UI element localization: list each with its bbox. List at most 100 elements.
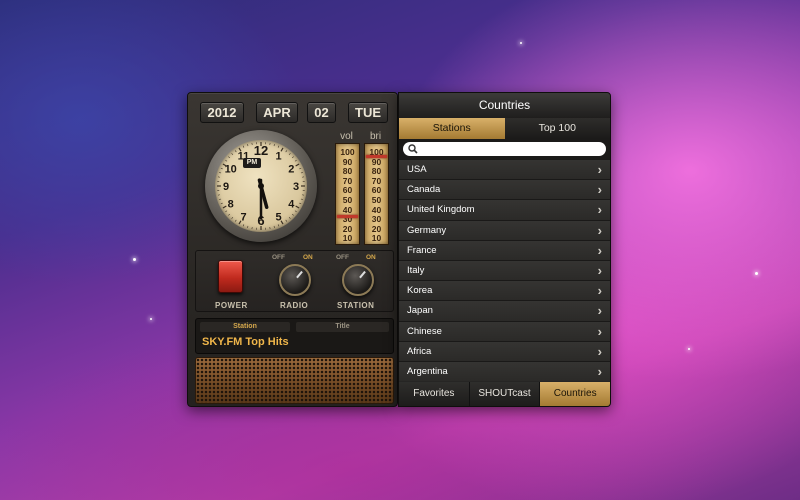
power-button[interactable] (218, 260, 243, 293)
knob-indicator (359, 270, 366, 279)
clock-number: 1 (275, 151, 281, 163)
brightness-meter[interactable]: 100 90 80 70 60 50 40 30 20 10 (364, 143, 389, 245)
clock-tick (300, 198, 303, 200)
knob-indicator (296, 270, 303, 279)
country-label: Korea (407, 285, 433, 297)
clock-number: 9 (223, 181, 229, 193)
list-item[interactable]: Africa › (399, 340, 610, 361)
clock-tick (242, 224, 245, 227)
meter-tick-label: 50 (371, 195, 382, 205)
list-item[interactable]: Argentina › (399, 360, 610, 382)
clock-number: 3 (293, 181, 299, 193)
chevron-right-icon: › (597, 283, 602, 299)
clock-tick (288, 153, 291, 155)
country-label: Argentina (407, 365, 448, 377)
clock-tick (234, 150, 237, 153)
brightness-marker[interactable] (366, 155, 387, 159)
country-label: Chinese (407, 325, 442, 337)
title-tab[interactable]: Title (296, 322, 389, 332)
list-item[interactable]: Japan › (399, 300, 610, 321)
clock-dial: 12 1234567891011 (217, 142, 305, 230)
clock-tick (277, 145, 280, 148)
clock-tick (277, 224, 280, 227)
clock-center-cap (258, 183, 264, 189)
clock-number: 12 (254, 143, 268, 158)
meter-tick-label: 80 (342, 166, 353, 177)
weekday-display: TUE (348, 102, 388, 123)
clock-tick (231, 153, 234, 155)
clock-tick (285, 219, 288, 222)
clock-tick (242, 145, 245, 148)
volume-meter[interactable]: 100 90 80 70 60 50 40 30 20 10 (335, 143, 360, 245)
country-label: United Kingdom (407, 204, 475, 216)
pm-badge: PM (243, 158, 261, 168)
star (133, 258, 136, 261)
star (520, 42, 522, 44)
clock-tick (273, 225, 275, 228)
clock-tick (288, 217, 291, 219)
clock-tick (222, 205, 227, 209)
bri-label: bri (369, 131, 382, 142)
chevron-right-icon: › (597, 202, 602, 218)
country-label: Africa (407, 345, 432, 357)
list-item[interactable]: USA › (399, 159, 610, 180)
radio-off-label: OFF (272, 254, 285, 261)
radio-label: RADIO (280, 301, 309, 310)
chevron-right-icon: › (597, 162, 602, 177)
clock-tick (225, 210, 228, 213)
clock-tick (247, 225, 249, 228)
meter-tick-label: 80 (371, 166, 382, 177)
clock-tick (225, 159, 228, 162)
meter-tick-label: 10 (342, 233, 353, 244)
meter-tick-label: 50 (342, 195, 353, 205)
clock-number: 4 (288, 199, 295, 211)
search-input[interactable] (403, 142, 606, 156)
list-item[interactable]: Chinese › (399, 320, 610, 341)
speaker-grille (195, 357, 394, 404)
meter-tick-label: 90 (342, 156, 353, 167)
search-bar (399, 139, 610, 159)
analog-clock: 12 1 2 3 4 5 6 7 8 9 10 11 PM (205, 130, 317, 242)
list-item[interactable]: Italy › (399, 259, 610, 281)
clock-tick (219, 198, 222, 200)
control-panel: POWER OFF ON RADIO OFF ON STATION (195, 250, 394, 312)
station-knob[interactable] (342, 264, 374, 296)
list-item[interactable]: Korea › (399, 280, 610, 301)
meter-tick-label: 30 (371, 214, 382, 225)
vol-label: vol (340, 131, 353, 142)
chevron-right-icon: › (597, 262, 602, 278)
clock-tick (220, 202, 223, 205)
star (688, 348, 690, 350)
clock-tick (220, 167, 223, 170)
list-item[interactable]: Canada › (399, 179, 610, 200)
list-item[interactable]: France › (399, 239, 610, 260)
meter-tick-label: 60 (342, 185, 353, 196)
list-item[interactable]: Germany › (399, 219, 610, 240)
chevron-right-icon: › (597, 323, 602, 339)
radio-knob[interactable] (279, 264, 311, 296)
tab-favorites[interactable]: Favorites (399, 382, 469, 406)
volume-marker[interactable] (337, 214, 358, 218)
country-label: Japan (407, 305, 433, 317)
list-item[interactable]: United Kingdom › (399, 199, 610, 220)
clock-tick (299, 167, 302, 170)
meter-tick-label: 10 (371, 233, 382, 244)
year-display: 2012 (200, 102, 244, 123)
clock-tick (294, 159, 297, 162)
tab-shoutcast[interactable]: SHOUTcast (468, 382, 540, 406)
clock-tick (228, 213, 230, 216)
segment-top-100[interactable]: Top 100 (504, 118, 610, 139)
tab-countries[interactable]: Countries (539, 382, 610, 406)
country-label: Germany (407, 224, 447, 236)
panel-title: Countries (399, 93, 610, 118)
clock-tick (247, 144, 249, 147)
station-label: STATION (337, 301, 375, 310)
segment-stations[interactable]: Stations (399, 118, 505, 139)
clock-tick (299, 202, 302, 205)
country-label: Canada (407, 184, 441, 196)
meter-tick-label: 70 (371, 175, 382, 186)
segment-control: Stations Top 100 (399, 118, 610, 139)
clock-number: 10 (225, 164, 237, 176)
clock-tick (228, 156, 230, 159)
station-tab[interactable]: Station (200, 322, 290, 332)
